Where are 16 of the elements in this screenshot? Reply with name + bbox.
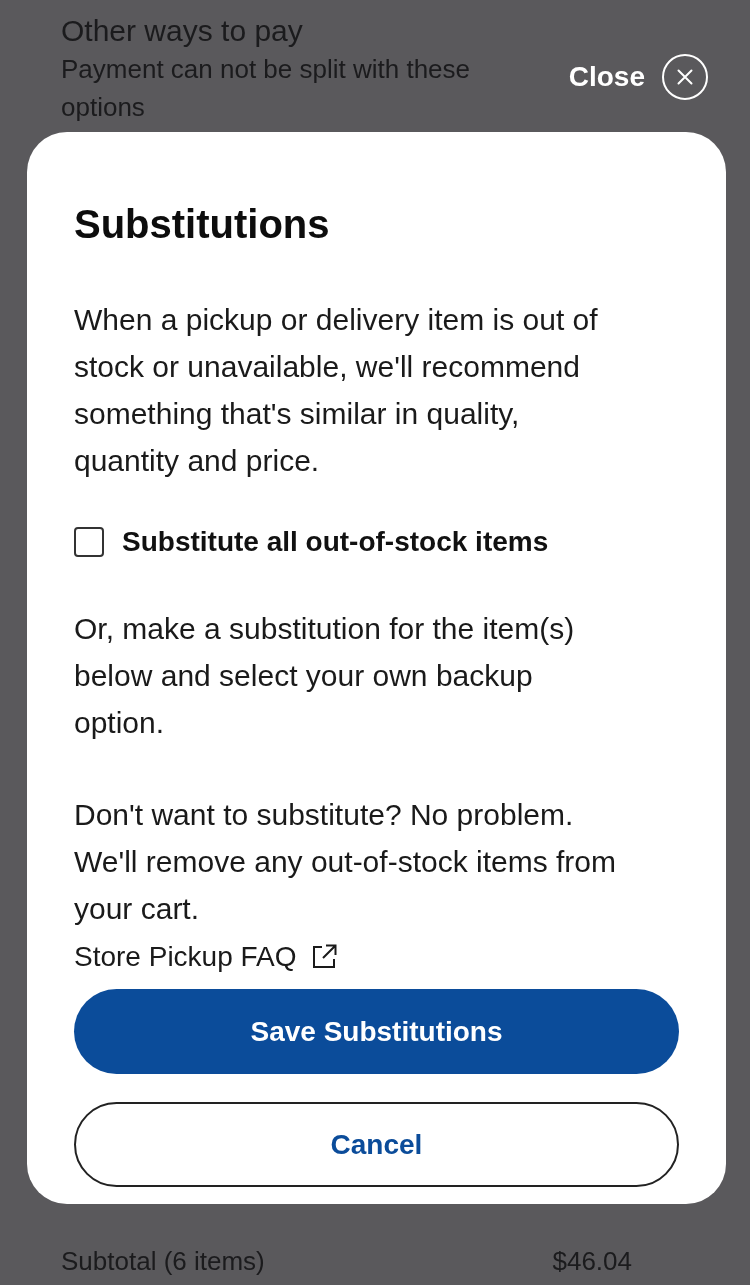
external-link-icon — [310, 943, 337, 970]
checkbox-label[interactable]: Substitute all out-of-stock items — [122, 525, 549, 559]
intro-text: When a pickup or delivery item is out of stock or unavailable, we'll recommend something that's similar in quality, quantity and price. — [74, 302, 599, 479]
close-icon — [662, 54, 708, 100]
body-text: Or, make a substitution for the item(s) below and select your own backup option. — [74, 611, 576, 741]
save-button[interactable]: Save Substitutions — [74, 989, 679, 1074]
close-button[interactable]: Close — [568, 54, 708, 100]
dialog-title: Substitutions — [74, 201, 331, 248]
subtotal-label: Subtotal (6 items) — [61, 1245, 265, 1278]
section-note: Payment can not be split with these options — [61, 53, 471, 124]
subtotal-value: $46.04 — [552, 1245, 632, 1278]
cancel-button[interactable]: Cancel — [74, 1102, 679, 1187]
faq-link[interactable]: Store Pickup FAQ — [74, 933, 337, 980]
section-heading: Other ways to pay — [61, 13, 304, 49]
body-text: Don't want to substitute? No problem. We'll remove any out-of-stock items from your cart. — [74, 797, 617, 927]
checkbox[interactable] — [74, 527, 104, 557]
